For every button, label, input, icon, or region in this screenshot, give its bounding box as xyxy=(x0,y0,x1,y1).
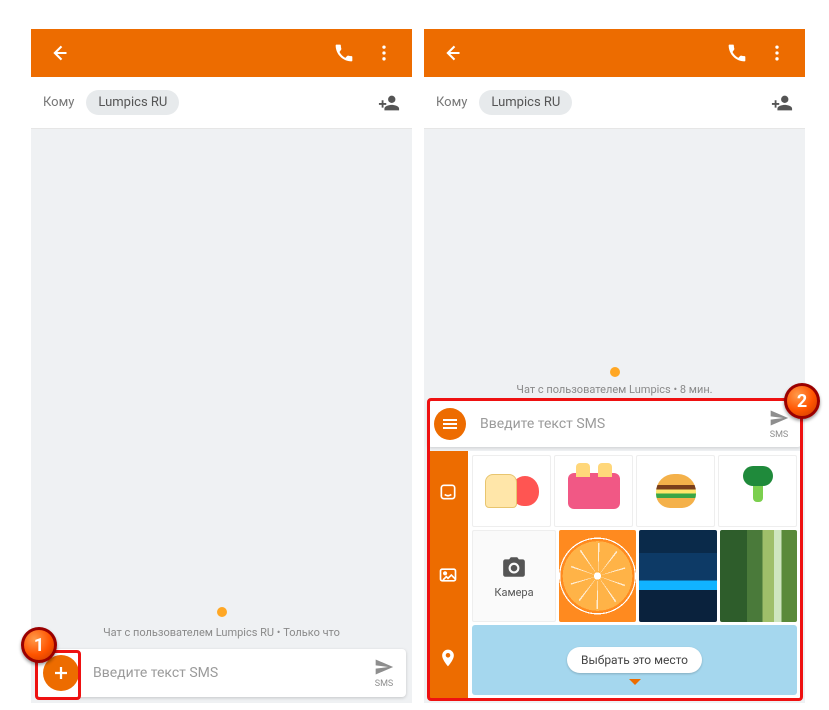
send-button[interactable]: SMS xyxy=(362,657,406,689)
recipient-chip[interactable]: Lumpics RU xyxy=(86,90,179,115)
phone-icon xyxy=(334,43,354,63)
callout-marker-2: 2 xyxy=(784,383,820,419)
call-button[interactable] xyxy=(717,43,757,63)
send-label: SMS xyxy=(375,679,394,689)
person-add-icon xyxy=(771,92,793,114)
message-input[interactable]: Введите текст SMS xyxy=(79,665,362,681)
back-button[interactable] xyxy=(432,43,472,63)
callout-marker-1: 1 xyxy=(21,627,57,663)
back-button[interactable] xyxy=(39,43,79,63)
call-button[interactable] xyxy=(324,43,364,63)
arrow-left-icon xyxy=(442,43,462,63)
recipient-row: Кому Lumpics RU xyxy=(424,77,805,129)
phone-screen-left: Кому Lumpics RU Чат с пользователем Lump… xyxy=(31,29,412,703)
status-line: Чат с пользователем Lumpics • 8 мин. xyxy=(424,383,805,396)
arrow-left-icon xyxy=(49,43,69,63)
phone-icon xyxy=(727,43,747,63)
recipient-chip[interactable]: Lumpics RU xyxy=(479,90,572,115)
app-header xyxy=(424,29,805,77)
send-icon xyxy=(374,657,394,677)
recipient-row: Кому Lumpics RU xyxy=(31,77,412,129)
status-line: Чат с пользователем Lumpics RU • Только … xyxy=(31,626,412,639)
to-label: Кому xyxy=(43,95,74,110)
more-vert-icon xyxy=(767,43,787,63)
app-header xyxy=(31,29,412,77)
status-dot xyxy=(610,367,620,377)
message-input-bar: Введите текст SMS SMS xyxy=(37,649,406,697)
more-button[interactable] xyxy=(364,43,404,63)
add-recipient-button[interactable] xyxy=(771,92,793,114)
conversation-body: Чат с пользователем Lumpics RU • Только … xyxy=(31,129,412,703)
more-button[interactable] xyxy=(757,43,797,63)
status-dot xyxy=(217,607,227,617)
more-vert-icon xyxy=(374,43,394,63)
callout-box-2 xyxy=(427,398,803,701)
to-label: Кому xyxy=(436,95,467,110)
person-add-icon xyxy=(378,92,400,114)
add-recipient-button[interactable] xyxy=(378,92,400,114)
